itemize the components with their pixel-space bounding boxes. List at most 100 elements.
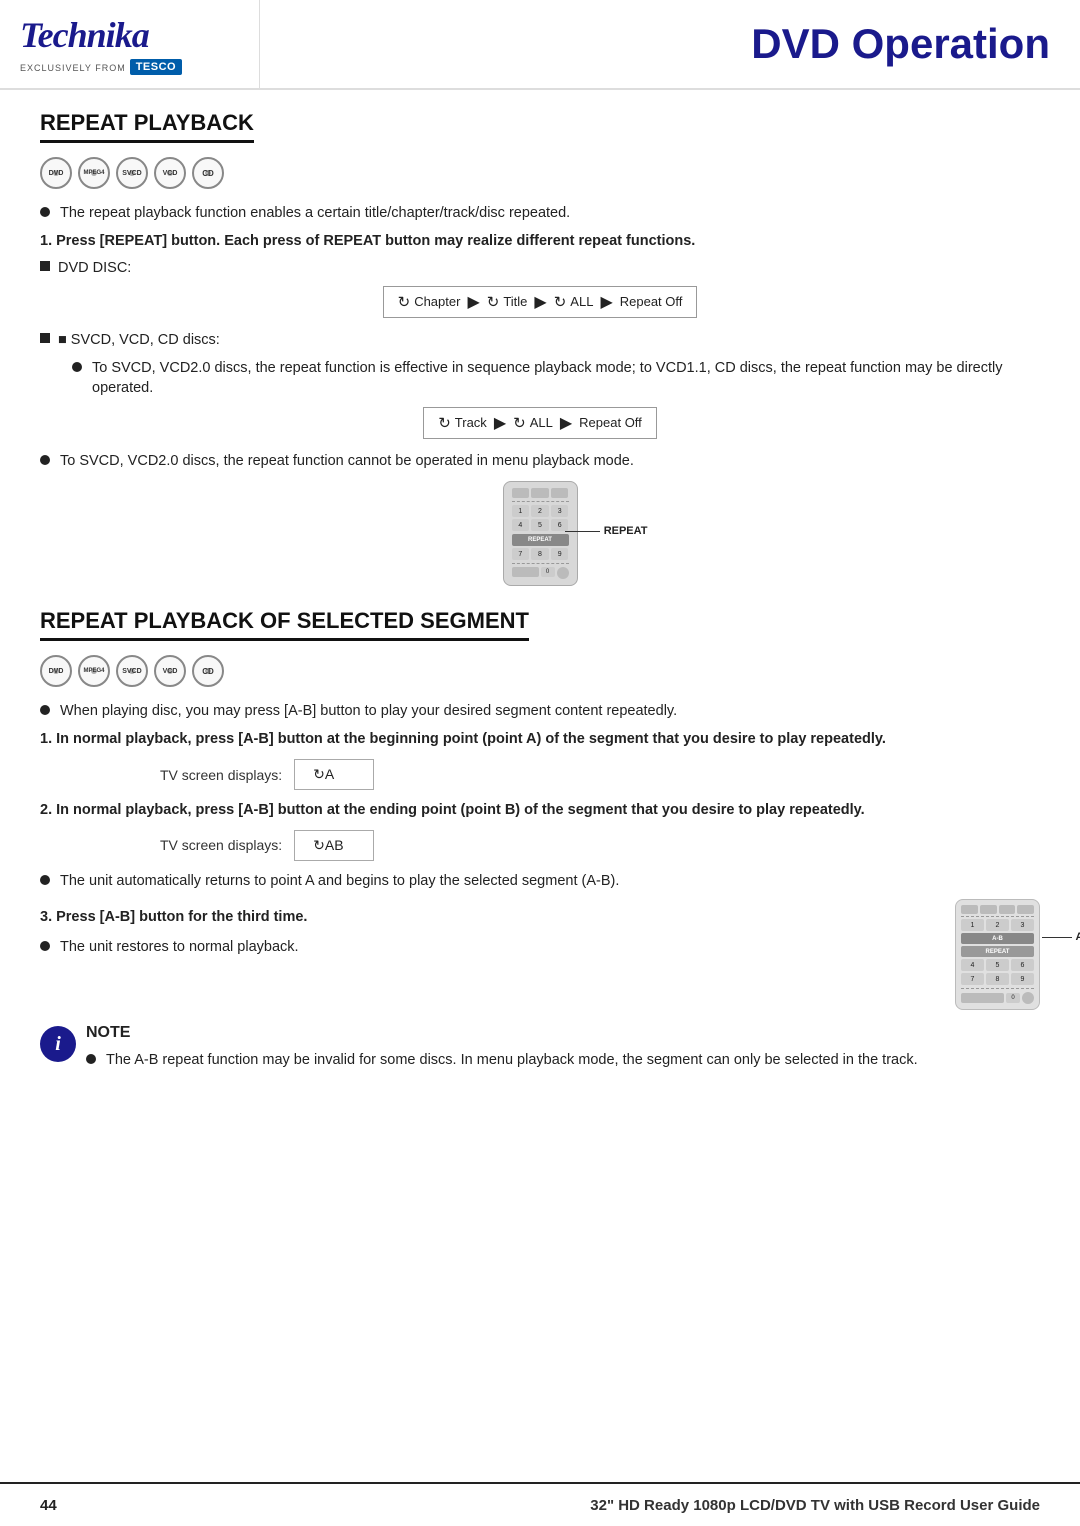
remote-0-btn: 0 <box>541 567 555 577</box>
cd2-disc-icon: CD <box>192 655 224 687</box>
section2-heading: REPEAT PLAYBACK OF SELECTED SEGMENT <box>40 608 529 641</box>
remote-top-btn2 <box>531 488 549 498</box>
ab-0-btn: 0 <box>1006 993 1020 1003</box>
dvd-disc-label: DVD DISC: <box>40 258 1040 278</box>
ab-num-1: 1 <box>961 919 984 931</box>
remote-btn-9: 9 <box>551 548 569 560</box>
track-arrow1-icon: ▶ <box>494 413 506 433</box>
track-arrow2-icon: ▶ <box>560 413 572 433</box>
ab-top-btn3 <box>999 905 1016 914</box>
dvd-repeat-sequence: ↻ Chapter ▶ ↻ Title ▶ ↻ ALL ▶ Repeat Off <box>40 286 1040 318</box>
track-repeat-icon: ↻ <box>438 414 451 432</box>
svcd-menu-bullet: To SVCD, VCD2.0 discs, the repeat functi… <box>40 451 1040 471</box>
display-a-text: ↻A <box>313 766 334 783</box>
svcd-bullet-text: To SVCD, VCD2.0 discs, the repeat functi… <box>92 358 1040 399</box>
tv-display-box-a: ↻A <box>294 759 374 790</box>
vcd-disc-icon: VCD <box>154 157 186 189</box>
ab-num-9: 9 <box>1011 973 1034 985</box>
auto-return-text: The unit automatically returns to point … <box>60 871 619 891</box>
svcd-label-row: ■ SVCD, VCD, CD discs: <box>40 330 1040 350</box>
disc-icons-row2: DVD MPEG4 SVCD VCD CD <box>40 655 1040 687</box>
svcd-bullet-list: To SVCD, VCD2.0 discs, the repeat functi… <box>72 358 1040 399</box>
footer-guide-bold: User Guide <box>960 1497 1040 1514</box>
svcd2-disc-icon: SVCD <box>116 655 148 687</box>
step2-text: 2. In normal playback, press [A-B] butto… <box>40 800 1040 822</box>
ab-bullet-text: When playing disc, you may press [A-B] b… <box>60 701 677 721</box>
ab-top-btn1 <box>961 905 978 914</box>
bullet-dot3-icon <box>40 455 50 465</box>
remote-btn-4: 4 <box>512 519 530 531</box>
track-seq-box: ↻ Track ▶ ↻ ALL ▶ Repeat Off <box>423 407 657 439</box>
tv-display-box-ab: ↻AB <box>294 830 374 861</box>
auto-return-bullets: The unit automatically returns to point … <box>40 871 1040 891</box>
tv-screen-label-ab: TV screen displays: <box>160 837 282 853</box>
bullet-item: The repeat playback function enables a c… <box>40 203 1040 223</box>
ab-remote-illustration: 1 2 3 A-B REPEAT 4 5 6 <box>935 899 1040 1010</box>
ab-num-5: 5 <box>986 959 1009 971</box>
arrow2-icon: ▶ <box>534 292 546 312</box>
ab-circle-btn <box>1022 992 1034 1004</box>
ab-remote-top-btns <box>961 905 1034 914</box>
bullet-dot5-icon <box>40 875 50 885</box>
remote-num-grid: 1 2 3 4 5 6 <box>512 505 569 531</box>
ab-num-3: 3 <box>1011 919 1034 931</box>
vcd2-disc-icon: VCD <box>154 655 186 687</box>
ab-num-4: 4 <box>961 959 984 971</box>
remote-divider1 <box>512 501 569 502</box>
ab-divider1 <box>961 916 1034 917</box>
tv-display-row-ab: TV screen displays: ↻AB <box>40 830 1040 861</box>
ab-num-6: 6 <box>1011 959 1034 971</box>
disc-icons-row1: DVD MPEG4 SVCD VCD CD <box>40 157 1040 189</box>
bullet-dot6-icon <box>40 941 50 951</box>
square-bullet-icon2 <box>40 333 50 343</box>
arrow1-icon: ▶ <box>467 292 479 312</box>
svcd-bullet-item: To SVCD, VCD2.0 discs, the repeat functi… <box>72 358 1040 399</box>
tv-screen-label-a: TV screen displays: <box>160 767 282 783</box>
ab-num-grid-bot: 7 8 9 <box>961 973 1034 985</box>
note-label: NOTE <box>86 1024 918 1042</box>
dvd-disc-icon: DVD <box>40 157 72 189</box>
page-header: Technika EXCLUSIVELY FROM TESCO DVD Oper… <box>0 0 1080 90</box>
normal-playback-item: The unit restores to normal playback. <box>40 937 905 957</box>
disc-svcd: SVCD <box>116 157 148 189</box>
svcd-menu-text: To SVCD, VCD2.0 discs, the repeat functi… <box>60 451 634 471</box>
remote-bottom-row: 0 <box>512 567 569 579</box>
note-box: i NOTE The A-B repeat function may be in… <box>40 1024 1040 1078</box>
section1-bullets: The repeat playback function enables a c… <box>40 203 1040 223</box>
page-footer: 44 32" HD Ready 1080p LCD/DVD TV with US… <box>0 1482 1080 1526</box>
info-i-icon: i <box>55 1033 61 1056</box>
note-info-icon: i <box>40 1026 76 1062</box>
ab-top-btn4 <box>1017 905 1034 914</box>
brand-logo: Technika <box>20 14 149 56</box>
disc2-mpeg4: MPEG4 <box>78 655 110 687</box>
ab-callout: A-B <box>1042 931 1080 943</box>
bold-instruction-1: 1. Press [REPEAT] button. Each press of … <box>40 231 1040 251</box>
svcd-disc-icon: SVCD <box>116 157 148 189</box>
step1-text: 1. In normal playback, press [A-B] butto… <box>40 729 1040 751</box>
callout-line <box>565 531 600 532</box>
track-label: Track <box>455 415 487 430</box>
note-content: NOTE The A-B repeat function may be inva… <box>86 1024 918 1078</box>
repeat-off-label: Repeat Off <box>620 294 683 309</box>
dvd2-disc-icon: DVD <box>40 655 72 687</box>
dvd-seq-box: ↻ Chapter ▶ ↻ Title ▶ ↻ ALL ▶ Repeat Off <box>383 286 698 318</box>
ab-callout-line <box>1042 937 1072 938</box>
display-ab-text: ↻AB <box>313 837 343 854</box>
exclusively-label: EXCLUSIVELY FROM <box>20 63 126 73</box>
all-label: ALL <box>570 294 593 309</box>
section-repeat-segment: REPEAT PLAYBACK OF SELECTED SEGMENT DVD … <box>40 608 1040 1078</box>
remote-btn-7: 7 <box>512 548 530 560</box>
repeat-callout-text: REPEAT <box>604 525 648 537</box>
title-label: Title <box>503 294 527 309</box>
remote-btn-2: 2 <box>531 505 549 517</box>
header-title-area: DVD Operation <box>260 0 1080 88</box>
note-bullet-item: The A-B repeat function may be invalid f… <box>86 1050 918 1070</box>
remote-container: 1 2 3 4 5 6 REPEAT 7 8 9 <box>503 481 578 586</box>
normal-playback-bullets: The unit restores to normal playback. <box>40 937 905 957</box>
normal-playback-text: The unit restores to normal playback. <box>60 937 299 957</box>
repeat-remote-illustration: 1 2 3 4 5 6 REPEAT 7 8 9 <box>40 481 1040 586</box>
ab-repeat-btn: REPEAT <box>961 946 1034 957</box>
bullet-text: The repeat playback function enables a c… <box>60 203 570 223</box>
svcd-menu-bullets: To SVCD, VCD2.0 discs, the repeat functi… <box>40 451 1040 471</box>
mpeg42-disc-icon: MPEG4 <box>78 655 110 687</box>
